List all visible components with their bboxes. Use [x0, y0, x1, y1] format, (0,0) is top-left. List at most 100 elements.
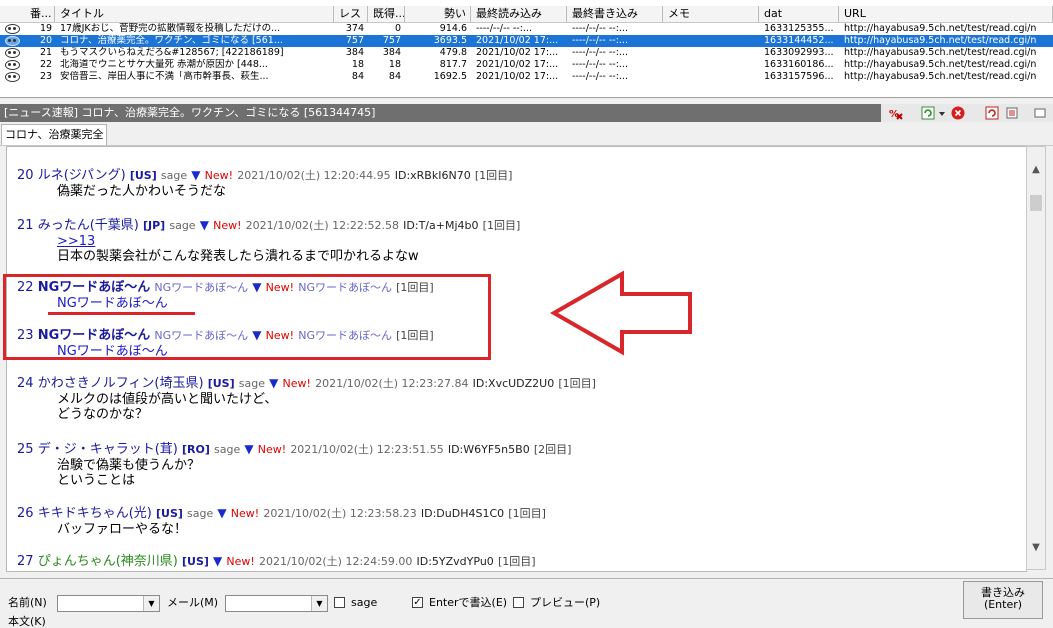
reply-menu-icon[interactable]: ▼ [269, 376, 278, 390]
post-scrollbar[interactable]: ▲ ▼ [1026, 146, 1046, 570]
scroll-thumb[interactable] [1030, 195, 1042, 211]
post-number[interactable]: 24 [17, 376, 34, 391]
row-res: 757 [345, 35, 364, 46]
row-number: 19 [40, 23, 53, 34]
col-header-url[interactable]: URL [839, 6, 1053, 22]
new-badge: New! [204, 169, 234, 182]
post-author-name: キキドキちゃん(光) [37, 506, 152, 521]
body-label: 本文(K) [8, 615, 46, 628]
post-id[interactable]: ID:XvcUDZ2U0 [473, 377, 555, 390]
chevron-down-icon[interactable]: ▼ [311, 596, 327, 611]
post-id[interactable]: ID:5YZvdYPu0 [417, 555, 494, 568]
preview-checkbox[interactable] [513, 597, 524, 608]
row-ikioi: 479.8 [439, 47, 467, 58]
close-thread-icon[interactable] [951, 106, 965, 120]
name-input[interactable]: ▼ [57, 595, 160, 612]
post-mail: sage [160, 169, 188, 182]
chevron-down-icon[interactable]: ▼ [143, 596, 159, 611]
col-header-title[interactable]: タイトル [55, 6, 334, 22]
reply-anchor-link[interactable]: >>13 [57, 234, 95, 250]
thread-row[interactable]: 22 北海道でウニとサケ大量死 赤潮が原因か [448... 18 18 817.7 20… [0, 59, 1053, 71]
row-memo [663, 59, 759, 71]
refresh-icon[interactable] [921, 106, 935, 120]
row-memo [663, 47, 759, 59]
post-count: [1回目] [474, 169, 513, 182]
scroll-down-icon[interactable]: ▼ [1027, 539, 1045, 557]
row-ikioi: 1692.5 [433, 71, 467, 82]
abone-icon[interactable]: % [889, 106, 903, 120]
post-id[interactable]: ID:DuDH4S1C0 [421, 507, 504, 520]
row-last-read: 2021/10/02 17:... [476, 47, 559, 58]
country-code: [US] [181, 555, 209, 568]
post-date: 2021/10/02(土) 12:23:27.84 [315, 377, 469, 390]
reply-menu-icon[interactable]: ▼ [244, 442, 253, 456]
post-number[interactable]: 26 [17, 506, 34, 521]
mail-input[interactable]: ▼ [225, 595, 328, 612]
post-body-line: どうなのかな？ [57, 407, 149, 422]
col-header-memo[interactable]: メモ [663, 6, 759, 22]
row-ikioi: 817.7 [439, 59, 467, 70]
post-header: 24 かわさきノルフィン(埼玉県) [US] sage ▼ New! 2021/… [17, 375, 596, 392]
row-dat: 1633125355... [764, 23, 834, 34]
row-ikioi: 3693.5 [433, 35, 467, 46]
refresh-menu-icon[interactable] [937, 106, 947, 120]
col-header-dat[interactable]: dat [759, 6, 839, 22]
row-last-write: ----/--/-- --:... [572, 35, 628, 46]
post-item: 24 かわさきノルフィン(埼玉県) [US] sage ▼ New! 2021/… [17, 375, 1007, 427]
col-header-number[interactable]: 番... [0, 6, 55, 22]
thread-row[interactable]: 19 17歳JKおじ、菅野完の拡散情報を投稿しただけの... 374 0 914.6 --… [0, 23, 1053, 35]
reply-menu-icon[interactable]: ▼ [217, 506, 226, 520]
col-header-got[interactable]: 既得... [368, 6, 405, 22]
row-url: http://hayabusa9.5ch.net/test/read.cgi/n [844, 59, 1037, 70]
row-last-write: ----/--/-- --:... [572, 47, 628, 58]
thread-row[interactable]: 23 安倍晋三、岸田人事に不満「高市幹事長、萩生... 84 84 1692.5 2021… [0, 71, 1053, 83]
country-code: [RO] [181, 443, 210, 456]
preview-label: プレビュー(P) [530, 596, 601, 609]
post-id[interactable]: ID:W6YF5n5B0 [448, 443, 530, 456]
col-header-ikioi[interactable]: 勢い [405, 6, 471, 22]
reply-menu-icon[interactable]: ▼ [213, 554, 222, 568]
post-number[interactable]: 21 [17, 218, 34, 233]
post-number[interactable]: 20 [17, 168, 34, 183]
post-id[interactable]: ID:xRBkI6N70 [395, 169, 471, 182]
post-date: 2021/10/02(土) 12:23:51.55 [290, 443, 444, 456]
row-memo [663, 35, 759, 47]
post-author-name: ルネ(ジパング) [37, 168, 126, 183]
col-header-last-write[interactable]: 最終書き込み [567, 6, 663, 22]
extra-tool-icon[interactable] [1033, 106, 1047, 120]
row-ikioi: 914.6 [439, 23, 467, 34]
reply-menu-icon[interactable]: ▼ [200, 218, 209, 232]
post-item: 20 ルネ(ジパング) [US] sage ▼ New! 2021/10/02(… [17, 167, 1007, 219]
col-header-last-read[interactable]: 最終読み込み [471, 6, 567, 22]
enter-post-checkbox[interactable]: ✓ [412, 597, 423, 608]
tab-thread[interactable]: コロナ、治療薬完全 [1, 124, 108, 145]
post-number[interactable]: 27 [17, 554, 34, 569]
row-title: 安倍晋三、岸田人事に不満「高市幹事長、萩生... [60, 71, 269, 82]
post-body-line: 治験で偽薬も使うんか？ [57, 458, 201, 473]
post-button[interactable]: 書き込み (Enter) [963, 581, 1043, 619]
reply-menu-icon[interactable]: ▼ [191, 168, 200, 182]
row-res: 18 [351, 59, 364, 70]
post-id[interactable]: ID:T/a+Mj4b0 [403, 219, 478, 232]
menu-icon[interactable] [1005, 106, 1019, 120]
thread-row[interactable]: 20 コロナ、治療薬完全。ワクチン、ゴミになる [561... 757 757 3693… [0, 35, 1053, 47]
row-got: 384 [382, 47, 401, 58]
post-body-line: メルクのは値段が高いと聞いたけど、 [57, 392, 278, 407]
row-title: もうマスクいらねえだろ&#128567; [422186189] [60, 47, 284, 58]
thread-row[interactable]: 21 もうマスクいらねえだろ&#128567; [422186189] 384 384… [0, 47, 1053, 59]
col-header-res[interactable]: レス [334, 6, 368, 22]
row-got: 757 [382, 35, 401, 46]
check-icon: ✓ [413, 597, 422, 608]
sage-checkbox[interactable] [334, 597, 345, 608]
post-header: 20 ルネ(ジパング) [US] sage ▼ New! 2021/10/02(… [17, 167, 512, 184]
scroll-up-icon[interactable]: ▲ [1027, 161, 1045, 179]
annotation-arrow-icon [549, 270, 692, 356]
post-number[interactable]: 25 [17, 442, 34, 457]
reload-icon[interactable] [985, 106, 999, 120]
row-dat: 1633092993... [764, 47, 834, 58]
new-badge: New! [213, 219, 242, 232]
post-mail: sage [187, 507, 214, 520]
post-author-name: デ・ジ・キャラット(茸) [37, 442, 178, 457]
post-header: 27 ぴょんちゃん(神奈川県) [US] ▼ New! 2021/10/02(土… [17, 553, 536, 570]
country-code: [JP] [142, 219, 166, 232]
